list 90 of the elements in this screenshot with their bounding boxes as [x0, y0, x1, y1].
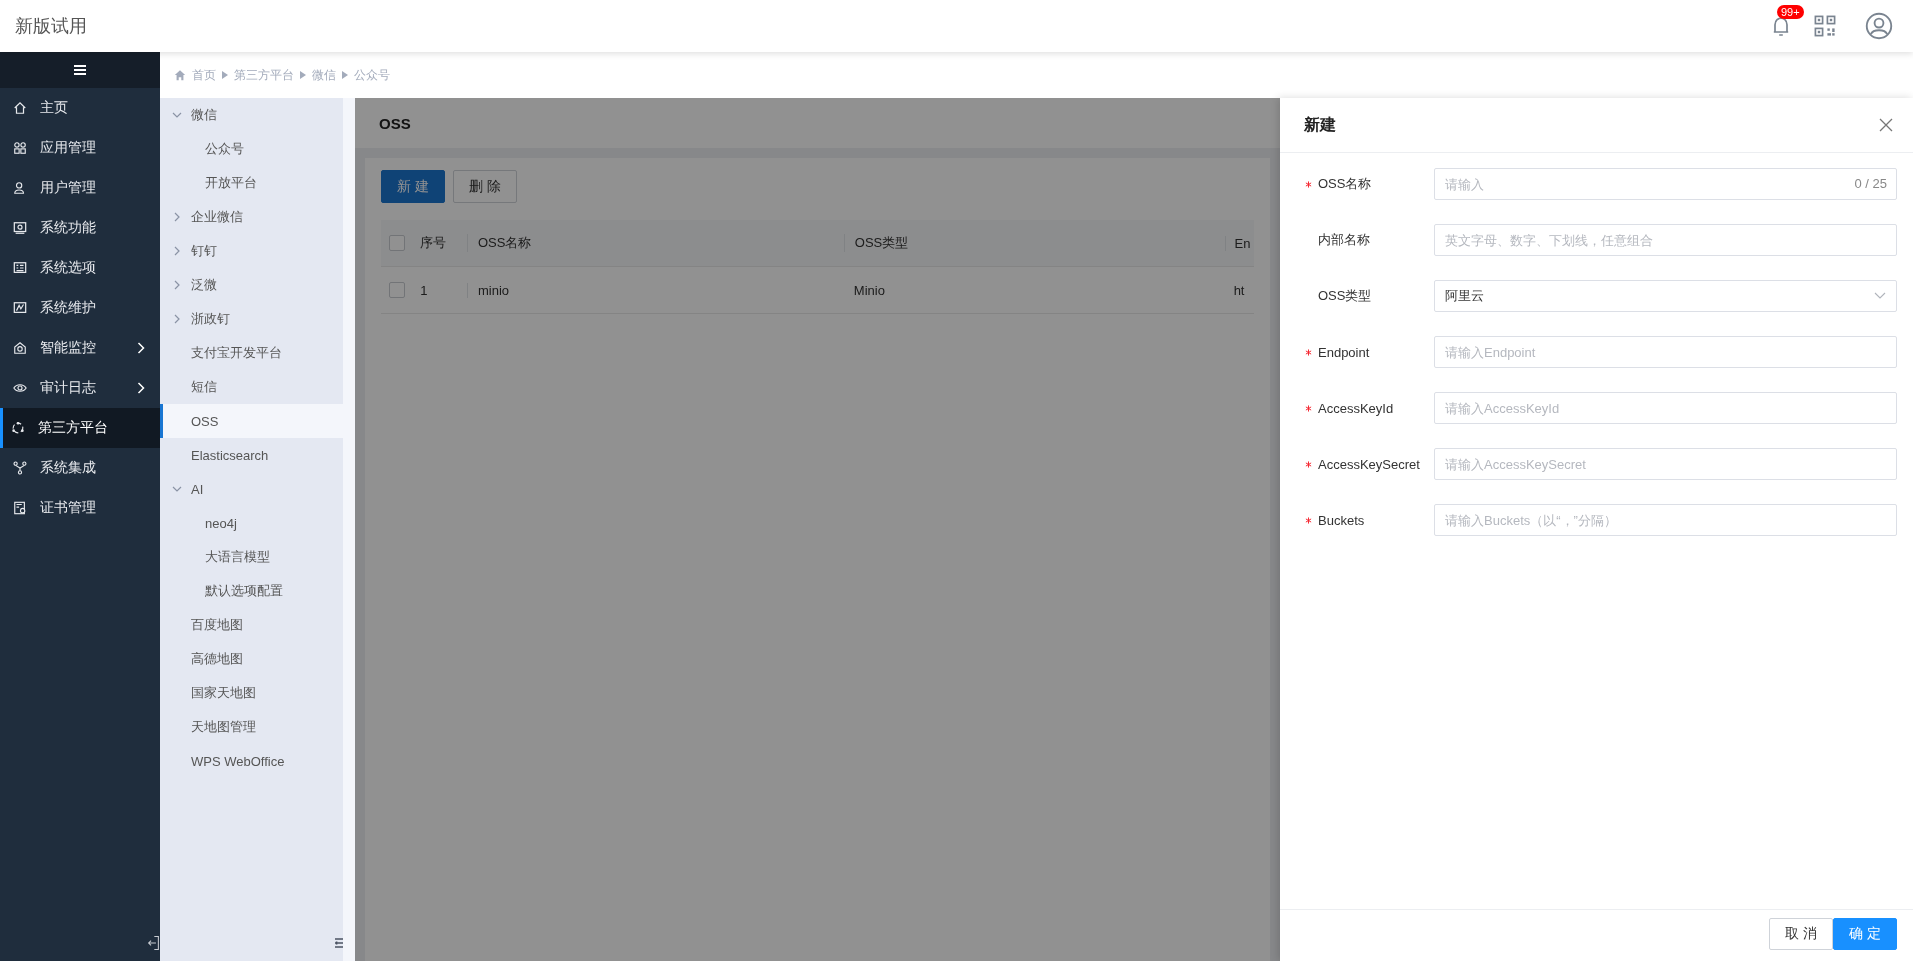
- menu-item[interactable]: 高德地图: [160, 642, 343, 676]
- checkbox[interactable]: [389, 235, 405, 251]
- menu-item[interactable]: 开放平台: [160, 166, 343, 200]
- chevron-down-icon: [172, 110, 182, 120]
- menu-item[interactable]: Elasticsearch: [160, 438, 343, 472]
- collapse-icon[interactable]: [335, 937, 343, 949]
- menu-item[interactable]: 支付宝开发平台: [160, 336, 343, 370]
- nav-item[interactable]: 应用管理: [0, 128, 160, 168]
- home-icon: [174, 69, 186, 81]
- input-field[interactable]: 请输入AccessKeySecret: [1434, 448, 1897, 480]
- menu-item[interactable]: 短信: [160, 370, 343, 404]
- column-header: En: [1224, 235, 1254, 251]
- cancel-button[interactable]: 取消: [1769, 917, 1833, 950]
- grid-icon: [13, 141, 27, 155]
- nav-item[interactable]: 智能监控: [0, 328, 160, 368]
- field-label: 内部名称: [1318, 231, 1371, 249]
- input-field[interactable]: 请输入Endpoint: [1434, 336, 1897, 368]
- cycle-icon: [11, 421, 25, 435]
- new-button[interactable]: 新建: [381, 170, 445, 203]
- field-label: AccessKeySecret: [1318, 456, 1421, 472]
- menu-item[interactable]: 公众号: [160, 132, 343, 166]
- drawer-title: 新建: [1304, 114, 1336, 135]
- table-cell-text: 1: [419, 282, 429, 298]
- nav-item[interactable]: 第三方平台: [0, 408, 160, 448]
- nav-item[interactable]: 审计日志: [0, 368, 160, 408]
- input-field[interactable]: 请输入AccessKeyId: [1434, 392, 1897, 424]
- nav-item[interactable]: 系统维护: [0, 288, 160, 328]
- users-icon: [13, 181, 27, 195]
- delete-button[interactable]: 删除: [453, 170, 517, 203]
- chevron-down-icon: [172, 484, 182, 494]
- table-cell: minio: [466, 282, 844, 298]
- menu-item[interactable]: WPS WebOffice: [160, 744, 343, 778]
- nav-item[interactable]: 主页: [0, 88, 160, 128]
- menu-group[interactable]: 企业微信: [160, 200, 343, 234]
- chevron-right-icon: [172, 246, 182, 256]
- monitor-icon: [13, 221, 27, 235]
- nav-item[interactable]: 系统选项: [0, 248, 160, 288]
- chevron-right-icon: [172, 212, 182, 222]
- separator-icon: [222, 71, 228, 79]
- nav-item[interactable]: 用户管理: [0, 168, 160, 208]
- menu-group[interactable]: 钉钉: [160, 234, 343, 268]
- menu-item[interactable]: neo4j: [160, 506, 343, 540]
- field-label: Endpoint: [1318, 344, 1371, 360]
- menu-group[interactable]: 微信: [160, 98, 343, 132]
- checkbox[interactable]: [389, 282, 405, 298]
- menu-item[interactable]: 大语言模型: [160, 540, 343, 574]
- logout-icon[interactable]: [147, 935, 160, 951]
- menu-item[interactable]: 百度地图: [160, 608, 343, 642]
- menu-item[interactable]: 国家天地图: [160, 676, 343, 710]
- menu-item[interactable]: 天地图管理: [160, 710, 343, 744]
- app-title: 新版试用: [15, 15, 87, 38]
- network-icon: [13, 461, 27, 475]
- field-label: AccessKeyId: [1318, 400, 1395, 416]
- menu-group[interactable]: 浙政钉: [160, 302, 343, 336]
- field-label: Buckets: [1318, 512, 1366, 528]
- column-header: OSS名称: [466, 234, 844, 252]
- eye-icon: [13, 381, 27, 395]
- table-cell-text: Minio: [852, 282, 886, 298]
- page-title: OSS: [379, 114, 411, 132]
- input-field[interactable]: 请输入Buckets（以“，”分隔）: [1434, 504, 1897, 536]
- chevron-right-icon: [172, 314, 182, 324]
- menu-group[interactable]: AI: [160, 472, 343, 506]
- select-field[interactable]: 阿里云: [1434, 280, 1897, 312]
- caret-icon: [1874, 292, 1886, 300]
- menu-item[interactable]: OSS: [160, 404, 343, 438]
- nav-item[interactable]: 系统功能: [0, 208, 160, 248]
- notification-badge: 99+: [1777, 5, 1804, 19]
- certificate-icon: [13, 501, 27, 515]
- qr-code-icon[interactable]: [1813, 14, 1837, 38]
- close-icon[interactable]: [1879, 118, 1893, 132]
- separator-icon: [300, 71, 306, 79]
- separator-icon: [342, 71, 348, 79]
- table-cell-text: ht: [1232, 282, 1246, 298]
- menu-item[interactable]: 默认选项配置: [160, 574, 343, 608]
- column-header: OSS类型: [843, 234, 1225, 252]
- menu-icon[interactable]: [74, 65, 86, 75]
- character-counter: 0 / 25: [1854, 176, 1887, 191]
- home-icon: [13, 101, 27, 115]
- input-field[interactable]: 英文字母、数字、下划线，任意组合: [1434, 224, 1897, 256]
- field-label: OSS名称: [1318, 175, 1373, 193]
- user-avatar-icon[interactable]: [1865, 12, 1893, 40]
- nav-item[interactable]: 系统集成: [0, 448, 160, 488]
- nav-item[interactable]: 证书管理: [0, 488, 160, 528]
- field-label: OSS类型: [1318, 287, 1373, 305]
- list-icon: [13, 261, 27, 275]
- column-header: 序号: [419, 234, 448, 252]
- radar-icon: [13, 341, 27, 355]
- menu-group[interactable]: 泛微: [160, 268, 343, 302]
- chevron-right-icon: [172, 280, 182, 290]
- screen-icon: [13, 301, 27, 315]
